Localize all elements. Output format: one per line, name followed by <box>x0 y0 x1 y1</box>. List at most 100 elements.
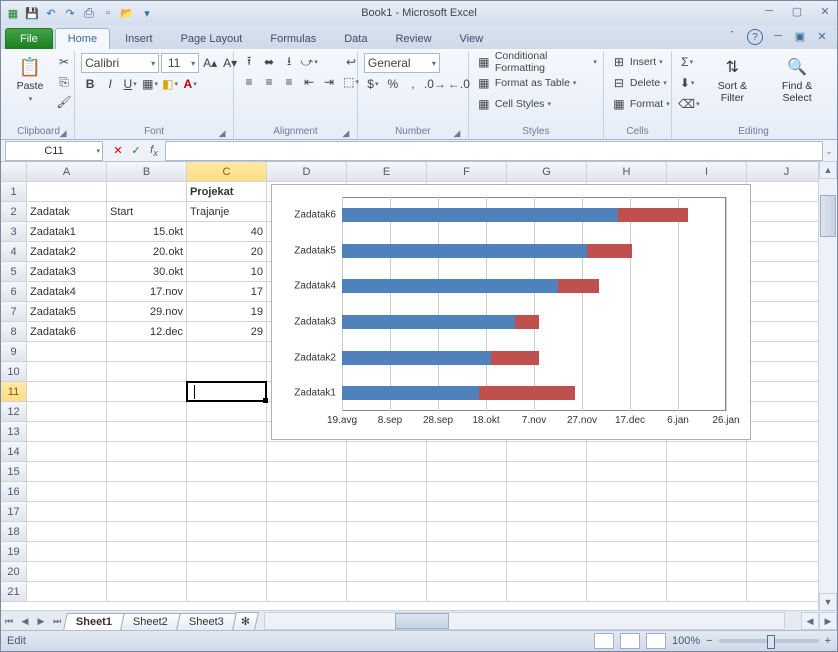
cell[interactable] <box>747 222 827 242</box>
cell[interactable] <box>667 582 747 602</box>
cell[interactable] <box>27 502 107 522</box>
cell[interactable] <box>347 582 427 602</box>
cell[interactable] <box>427 502 507 522</box>
align-center-icon[interactable]: ≡ <box>260 73 278 91</box>
cell[interactable] <box>427 522 507 542</box>
new-icon[interactable]: ▫ <box>100 5 116 21</box>
cell[interactable] <box>27 362 107 382</box>
cell[interactable] <box>747 182 827 202</box>
row-header[interactable]: 8 <box>1 322 27 342</box>
cell[interactable] <box>187 582 267 602</box>
cancel-entry-icon[interactable]: ✕ <box>111 144 125 158</box>
tab-file[interactable]: File <box>5 28 53 49</box>
zoom-slider[interactable] <box>719 639 819 643</box>
font-size-combo[interactable]: 11▾ <box>161 53 199 73</box>
tab-page-layout[interactable]: Page Layout <box>168 28 256 49</box>
row-header[interactable]: 16 <box>1 482 27 502</box>
cell[interactable]: Start <box>107 202 187 222</box>
row-header[interactable]: 9 <box>1 342 27 362</box>
cell[interactable] <box>107 582 187 602</box>
cell[interactable] <box>747 362 827 382</box>
tab-nav-first-icon[interactable]: ⏮ <box>1 612 17 630</box>
paste-button[interactable]: 📋 Paste▾ <box>9 53 51 106</box>
format-cells-button[interactable]: Format <box>630 95 663 113</box>
expand-formula-bar-icon[interactable]: ⌄ <box>823 141 835 161</box>
number-format-combo[interactable]: General▾ <box>364 53 440 73</box>
cell[interactable] <box>587 442 667 462</box>
cell[interactable]: Zadatak2 <box>27 242 107 262</box>
chart-bar[interactable] <box>342 244 726 258</box>
cell[interactable] <box>187 442 267 462</box>
cell[interactable] <box>667 442 747 462</box>
sort-filter-button[interactable]: ⇅ Sort & Filter <box>704 53 762 106</box>
cell[interactable] <box>427 482 507 502</box>
alignment-launcher-icon[interactable]: ◢ <box>341 128 351 138</box>
row-header[interactable]: 20 <box>1 562 27 582</box>
cell[interactable] <box>27 462 107 482</box>
sheet-tab-2[interactable]: Sheet2 <box>120 613 180 630</box>
insert-cells-button[interactable]: Insert <box>630 53 656 71</box>
align-left-icon[interactable]: ≡ <box>240 73 258 91</box>
cell[interactable] <box>267 442 347 462</box>
view-page-layout-icon[interactable] <box>620 633 640 649</box>
worksheet-grid[interactable]: ABCDEFGHIJK1Projekat2ZadatakStartTrajanj… <box>1 161 837 611</box>
workbook-minimize-icon[interactable]: ─ <box>771 29 785 43</box>
row-header[interactable]: 7 <box>1 302 27 322</box>
cell[interactable] <box>747 342 827 362</box>
cell[interactable] <box>507 562 587 582</box>
cell[interactable]: Zadatak4 <box>27 282 107 302</box>
new-sheet-tab[interactable]: ✻ <box>232 612 259 630</box>
column-header[interactable]: D <box>267 162 347 182</box>
view-page-break-icon[interactable] <box>646 633 666 649</box>
column-header[interactable]: E <box>347 162 427 182</box>
cell[interactable] <box>27 442 107 462</box>
tab-insert[interactable]: Insert <box>112 28 166 49</box>
cell[interactable]: 29 <box>187 322 267 342</box>
row-header[interactable]: 4 <box>1 242 27 262</box>
zoom-level[interactable]: 100% <box>672 635 700 647</box>
zoom-out-icon[interactable]: − <box>706 635 712 647</box>
font-launcher-icon[interactable]: ◢ <box>217 128 227 138</box>
cell[interactable] <box>187 522 267 542</box>
cell[interactable] <box>107 422 187 442</box>
select-all-corner[interactable] <box>1 162 27 182</box>
cell[interactable] <box>107 342 187 362</box>
cell[interactable] <box>347 522 427 542</box>
italic-button[interactable]: I <box>101 75 119 93</box>
cell[interactable] <box>667 502 747 522</box>
cell[interactable] <box>347 482 427 502</box>
cell[interactable] <box>187 342 267 362</box>
cell[interactable] <box>187 482 267 502</box>
format-as-table-button[interactable]: Format as Table <box>495 74 570 92</box>
cell[interactable] <box>27 482 107 502</box>
cell[interactable] <box>107 462 187 482</box>
cell[interactable] <box>187 422 267 442</box>
cell[interactable] <box>107 482 187 502</box>
cell[interactable] <box>667 542 747 562</box>
decrease-decimal-icon[interactable]: ←.0 <box>448 75 470 93</box>
cell[interactable] <box>747 482 827 502</box>
row-header[interactable]: 15 <box>1 462 27 482</box>
cell[interactable] <box>27 422 107 442</box>
cell[interactable] <box>587 542 667 562</box>
cell[interactable] <box>427 462 507 482</box>
chart-bar[interactable] <box>342 208 726 222</box>
cell[interactable] <box>747 382 827 402</box>
tab-nav-prev-icon[interactable]: ◀ <box>17 612 33 630</box>
zoom-slider-thumb[interactable] <box>767 635 775 649</box>
cell[interactable] <box>27 582 107 602</box>
grow-font-icon[interactable]: A▴ <box>201 54 219 72</box>
workbook-restore-icon[interactable]: ▣ <box>793 29 807 43</box>
row-header[interactable]: 3 <box>1 222 27 242</box>
cell[interactable] <box>27 522 107 542</box>
undo-icon[interactable]: ↶ <box>43 5 59 21</box>
help-icon[interactable]: ? <box>747 29 763 45</box>
tab-formulas[interactable]: Formulas <box>257 28 329 49</box>
fill-icon[interactable]: ⬇▾ <box>678 74 696 92</box>
border-button[interactable]: ▦▾ <box>141 75 159 93</box>
cell[interactable] <box>747 442 827 462</box>
row-header[interactable]: 13 <box>1 422 27 442</box>
percent-icon[interactable]: % <box>384 75 402 93</box>
cell[interactable]: 20 <box>187 242 267 262</box>
qat-more-icon[interactable]: ▾ <box>139 5 155 21</box>
